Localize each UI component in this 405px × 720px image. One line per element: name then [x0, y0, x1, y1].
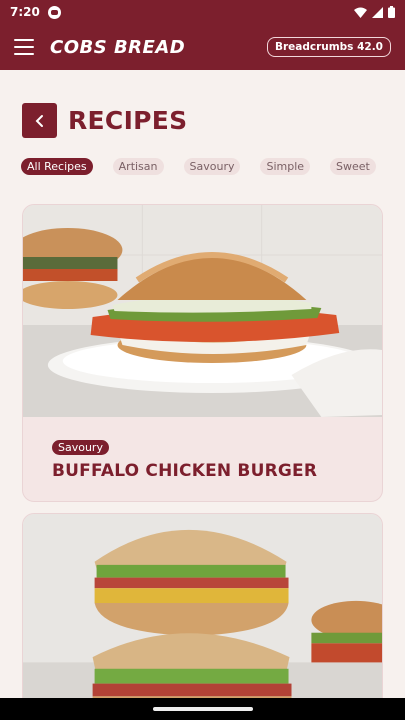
filter-simple[interactable]: Simple	[260, 158, 311, 175]
recipe-card[interactable]	[22, 513, 383, 713]
recipe-image	[23, 514, 382, 712]
recipe-card-body: Savoury BUFFALO CHICKEN BURGER	[23, 417, 382, 481]
recipe-title: BUFFALO CHICKEN BURGER	[52, 461, 318, 481]
recipe-card[interactable]: Savoury BUFFALO CHICKEN BURGER	[22, 204, 383, 502]
recipe-tag: Savoury	[52, 440, 109, 455]
filter-sweet[interactable]: Sweet	[330, 158, 376, 175]
notification-icon	[47, 5, 61, 19]
page-title: RECIPES	[68, 106, 188, 135]
title-row: RECIPES	[22, 103, 187, 138]
battery-icon	[388, 6, 395, 18]
status-bar: 7:20	[0, 0, 405, 24]
status-icons	[354, 6, 395, 18]
filter-all-recipes[interactable]: All Recipes	[21, 158, 93, 175]
brand-logo: COBS BREAD	[50, 36, 186, 58]
back-button[interactable]	[22, 103, 57, 138]
breadcrumbs-badge[interactable]: Breadcrumbs 42.0	[266, 37, 391, 57]
chevron-left-icon	[35, 114, 43, 127]
status-time: 7:20	[10, 5, 40, 19]
filter-savoury[interactable]: Savoury	[183, 158, 241, 175]
wifi-icon	[354, 7, 367, 18]
recipe-image	[23, 205, 382, 417]
filter-artisan[interactable]: Artisan	[112, 158, 164, 175]
signal-icon	[372, 6, 383, 18]
system-nav-bar	[0, 698, 405, 720]
menu-icon[interactable]	[14, 39, 34, 55]
filter-chips: All Recipes Artisan Savoury Simple Sweet	[21, 158, 376, 175]
app-bar: COBS BREAD Breadcrumbs 42.0	[0, 24, 405, 70]
home-handle[interactable]	[153, 707, 253, 711]
